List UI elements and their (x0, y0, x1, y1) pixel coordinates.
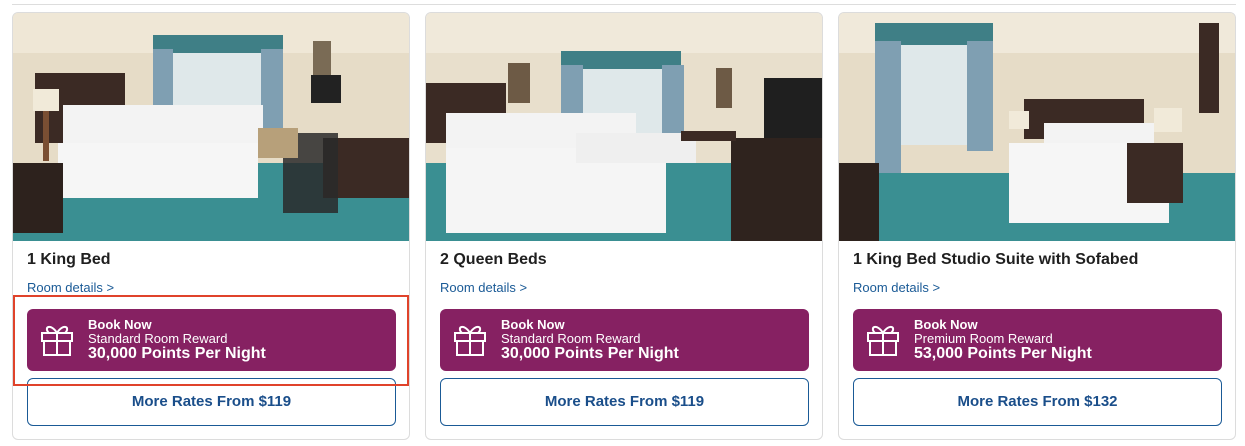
room-photo[interactable] (13, 13, 409, 241)
points-per-night: 30,000 Points Per Night (501, 345, 679, 362)
reward-type: Standard Room Reward (501, 331, 641, 346)
book-now-label: Book Now (501, 317, 565, 332)
room-photo[interactable] (426, 13, 822, 241)
gift-icon (867, 326, 899, 356)
book-now-label: Book Now (88, 317, 152, 332)
more-rates-button[interactable]: More Rates From $119 (440, 378, 809, 426)
more-rates-button[interactable]: More Rates From $132 (853, 378, 1222, 426)
reward-type: Premium Room Reward (914, 331, 1053, 346)
room-card: 2 Queen Beds Room details > Book Now Sta… (425, 12, 823, 440)
book-now-button[interactable]: Book Now Standard Room Reward 30,000 Poi… (27, 309, 396, 371)
room-title: 1 King Bed (27, 251, 111, 268)
room-card: 1 King Bed Studio Suite with Sofabed Roo… (838, 12, 1236, 440)
gift-icon (454, 326, 486, 356)
room-details-link[interactable]: Room details > (27, 280, 114, 295)
top-divider (12, 4, 1236, 5)
points-per-night: 53,000 Points Per Night (914, 345, 1092, 362)
room-title: 2 Queen Beds (440, 251, 547, 268)
book-now-button[interactable]: Book Now Standard Room Reward 30,000 Poi… (440, 309, 809, 371)
room-cards: 1 King Bed Room details > Book Now Stand… (12, 12, 1236, 440)
reward-type: Standard Room Reward (88, 331, 228, 346)
room-details-link[interactable]: Room details > (440, 280, 527, 295)
room-photo[interactable] (839, 13, 1235, 241)
gift-icon (41, 326, 73, 356)
room-title: 1 King Bed Studio Suite with Sofabed (853, 251, 1139, 268)
book-now-label: Book Now (914, 317, 978, 332)
room-card: 1 King Bed Room details > Book Now Stand… (12, 12, 410, 440)
points-per-night: 30,000 Points Per Night (88, 345, 266, 362)
room-details-link[interactable]: Room details > (853, 280, 940, 295)
more-rates-button[interactable]: More Rates From $119 (27, 378, 396, 426)
book-now-button[interactable]: Book Now Premium Room Reward 53,000 Poin… (853, 309, 1222, 371)
